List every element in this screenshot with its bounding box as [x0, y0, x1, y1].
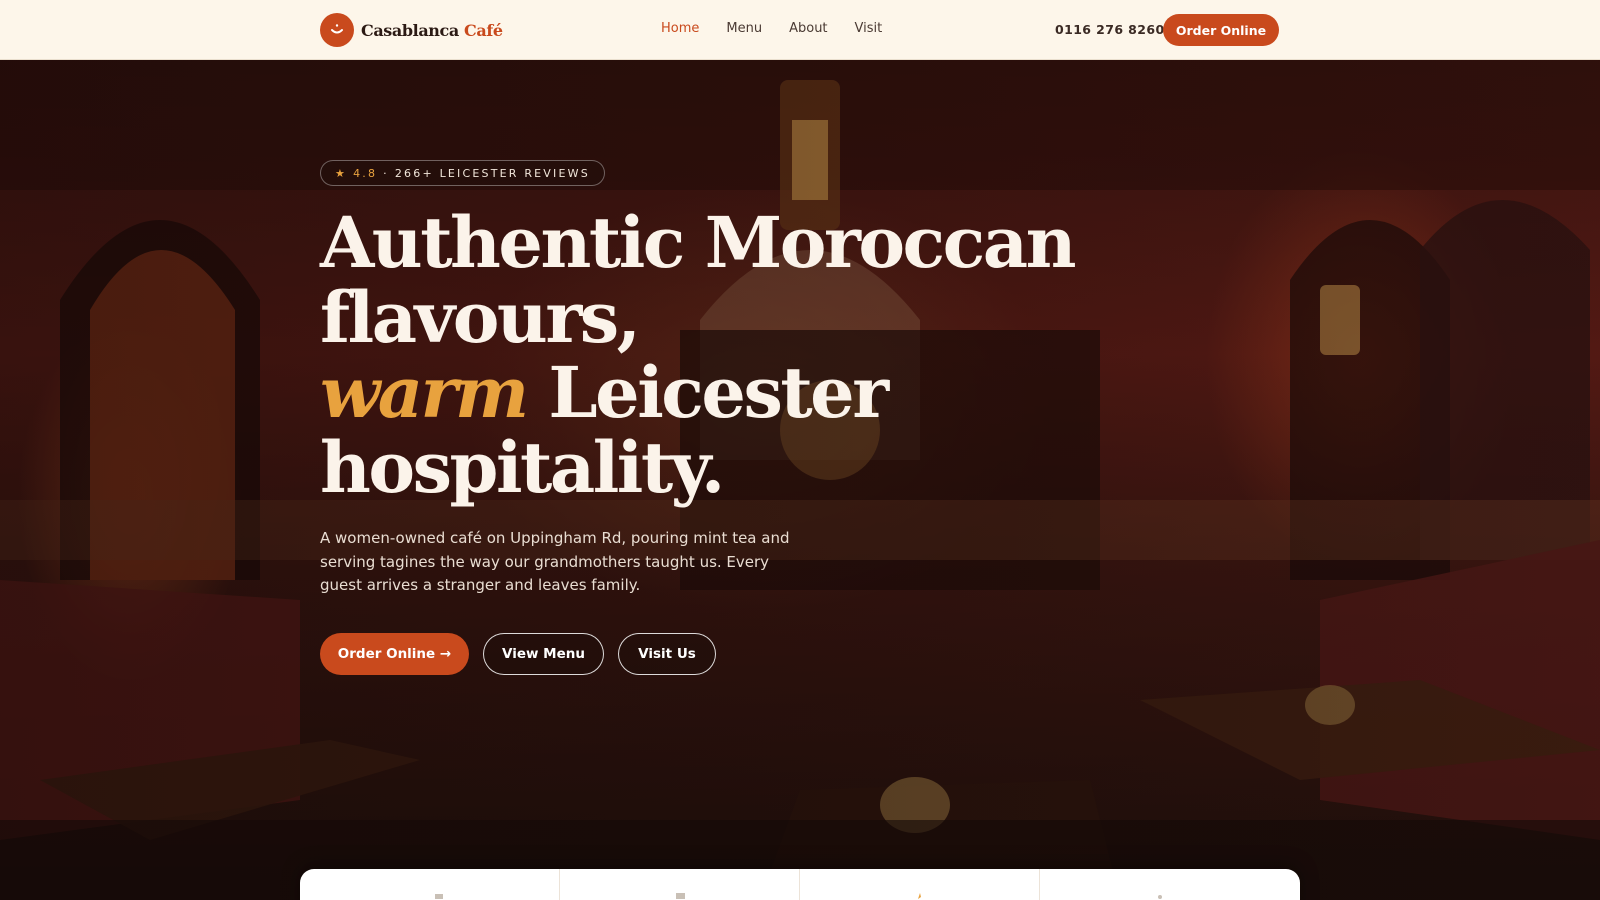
rating-badge: ★ 4.8 · 266+ LEICESTER REVIEWS [320, 160, 605, 186]
feature-4-icon [1158, 895, 1162, 899]
logo-accent: Café [464, 20, 503, 40]
feature-2-icon [675, 893, 685, 899]
nav-menu[interactable]: Menu [726, 21, 762, 36]
hero-subtitle: A women-owned café on Uppingham Rd, pour… [320, 529, 790, 594]
feature-1-icon [434, 894, 443, 899]
rating-value: 4.8 [353, 166, 378, 180]
star-icon: ★ [335, 166, 348, 180]
smile-logo-icon [320, 13, 354, 47]
headline-line-4: hospitality. [320, 426, 725, 509]
headline-line-3: warm Leicester [320, 355, 1020, 430]
reviews-count: 266+ LEICESTER REVIEWS [394, 166, 590, 180]
badge-separator: · [383, 166, 389, 180]
logo-name: Casablanca [361, 20, 459, 40]
phone-number[interactable]: 0116 276 8260 [1055, 22, 1165, 37]
view-menu-button[interactable]: View Menu [483, 633, 604, 675]
headline-emphasis: warm [320, 351, 529, 434]
nav-home[interactable]: Home [661, 21, 699, 36]
feature-column-3 [800, 869, 1040, 900]
nav-about[interactable]: About [789, 21, 827, 36]
nav-visit[interactable]: Visit [855, 21, 883, 36]
order-online-button[interactable]: Order Online → [320, 633, 469, 675]
main-nav: Home Menu About Visit [661, 21, 882, 36]
feature-column-1 [320, 869, 560, 900]
visit-us-button[interactable]: Visit Us [618, 633, 716, 675]
headline-line-2: flavours, [320, 276, 641, 359]
logo-text: Casablanca Café [361, 21, 503, 40]
order-online-header-button[interactable]: Order Online [1163, 14, 1279, 46]
headline-line-3-rest: Leicester [526, 351, 889, 434]
site-header: Casablanca Café Home Menu About Visit 01… [0, 0, 1600, 60]
feature-3-icon [917, 893, 921, 899]
hero-headline: Authentic Moroccan flavours, warm Leices… [320, 201, 1077, 509]
feature-column-2 [560, 869, 800, 900]
logo[interactable]: Casablanca Café [320, 13, 503, 47]
headline-line-1: Authentic Moroccan [320, 201, 1077, 284]
feature-column-4 [1040, 869, 1280, 900]
